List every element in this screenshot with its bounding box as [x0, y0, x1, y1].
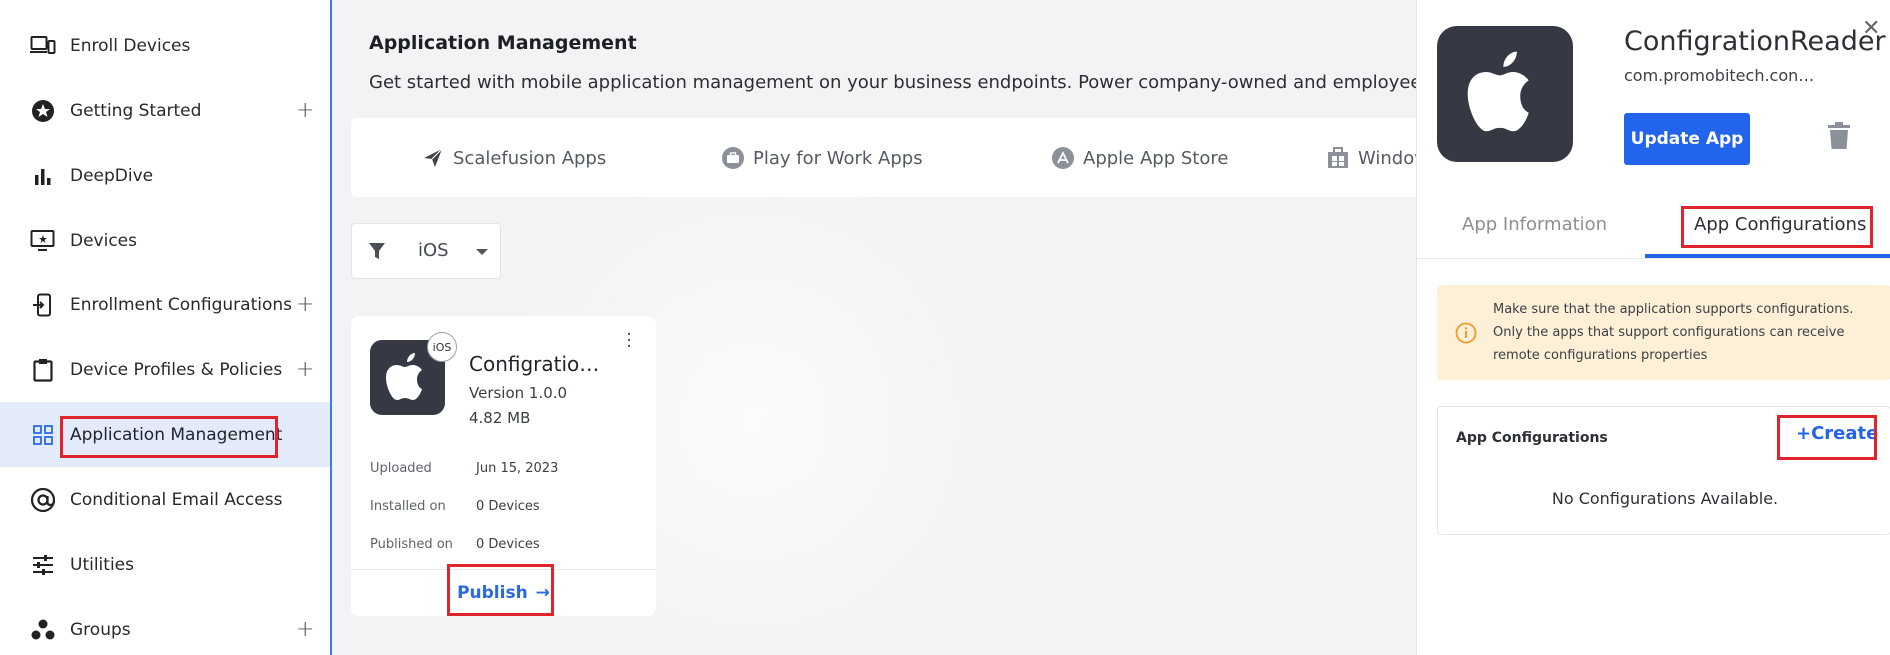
app-store-icon	[1052, 147, 1074, 169]
meta-label: Installed on	[370, 499, 446, 514]
app-details-panel: ConfigrationReader com.promobitech.confi…	[1416, 0, 1890, 655]
store-tabs-bar: Scalefusion Apps Play for Work Apps Appl…	[351, 118, 1416, 197]
active-tab-indicator	[1645, 254, 1890, 258]
groups-icon	[30, 617, 56, 643]
scalefusion-icon	[424, 148, 443, 167]
sidebar-item-label: Getting Started	[70, 100, 202, 121]
meta-label: Uploaded	[370, 461, 432, 476]
sidebar-item-label: Enrollment Configurations	[70, 294, 292, 315]
chevron-down-icon	[476, 249, 488, 255]
tab-app-information[interactable]: App Information	[1462, 214, 1607, 235]
update-app-button[interactable]: Update App	[1624, 113, 1750, 165]
app-package-name: com.promobitech.configrationreader	[1624, 66, 1824, 85]
highlight-box	[1777, 415, 1877, 460]
devices-icon	[30, 33, 56, 59]
expand-plus-icon[interactable]: +	[296, 98, 314, 123]
close-icon[interactable]: ✕	[1862, 16, 1880, 41]
app-size: 4.82 MB	[469, 409, 531, 427]
sidebar-item-enrollment-configurations[interactable]: Enrollment Configurations +	[0, 272, 330, 337]
notice-text: Make sure that the application supports …	[1493, 302, 1854, 363]
sliders-icon	[30, 552, 56, 578]
sidebar-item-label: Device Profiles & Policies	[70, 359, 283, 380]
filter-value: iOS	[418, 240, 449, 261]
grid-icon	[30, 422, 56, 448]
sidebar-item-devices[interactable]: Devices	[0, 208, 330, 273]
windows-store-icon	[1328, 147, 1348, 168]
sidebar-item-label: Enroll Devices	[70, 35, 191, 56]
sidebar-item-label: Groups	[70, 619, 131, 640]
highlight-box	[1681, 206, 1873, 248]
more-options-icon[interactable]: · · ·	[625, 326, 633, 356]
sidebar-item-label: Utilities	[70, 554, 134, 575]
meta-value: 0 Devices	[476, 537, 540, 552]
app-icon-large	[1437, 26, 1573, 162]
meta-value: 0 Devices	[476, 499, 540, 514]
app-name: ConfigrationReader	[469, 352, 609, 376]
trash-icon[interactable]	[1827, 122, 1851, 150]
bar-chart-icon	[30, 163, 56, 189]
sidebar-item-device-profiles[interactable]: Device Profiles & Policies +	[0, 337, 330, 402]
sidebar-item-label: Conditional Email Access	[70, 489, 283, 510]
tab-apple-app-store[interactable]: Apple App Store	[1051, 146, 1228, 170]
meta-label: Published on	[370, 537, 453, 552]
expand-plus-icon[interactable]: +	[296, 357, 314, 382]
info-icon	[1455, 322, 1477, 344]
sidebar: Enroll Devices Getting Started + DeepDiv…	[0, 0, 332, 655]
sidebar-item-getting-started[interactable]: Getting Started +	[0, 78, 330, 143]
sidebar-item-groups[interactable]: Groups +	[0, 597, 330, 655]
tab-label: Windows	[1358, 147, 1416, 169]
sidebar-item-label: DeepDive	[70, 165, 154, 186]
page-subtitle: Get started with mobile application mana…	[369, 72, 1416, 93]
tab-windows[interactable]: Windows	[1326, 146, 1416, 170]
expand-plus-icon[interactable]: +	[296, 292, 314, 317]
clipboard-icon	[30, 357, 56, 383]
page-title: Application Management	[369, 32, 637, 54]
tab-label: Play for Work Apps	[753, 147, 923, 169]
main-content: Application Management Get started with …	[334, 0, 1416, 655]
app-title: ConfigrationReader	[1624, 26, 1886, 57]
monitor-icon	[30, 228, 56, 254]
notice-banner: Make sure that the application supports …	[1437, 285, 1890, 380]
briefcase-icon	[722, 147, 744, 169]
tab-play-for-work-apps[interactable]: Play for Work Apps	[721, 146, 923, 170]
sidebar-item-utilities[interactable]: Utilities	[0, 532, 330, 597]
sidebar-item-label: Devices	[70, 230, 137, 251]
tabs-divider	[1417, 258, 1890, 259]
expand-plus-icon[interactable]: +	[296, 617, 314, 642]
sidebar-item-enroll-devices[interactable]: Enroll Devices	[0, 13, 330, 78]
apple-logo-icon	[385, 352, 422, 400]
sidebar-item-conditional-email-access[interactable]: Conditional Email Access	[0, 467, 330, 532]
os-badge: iOS	[427, 332, 457, 362]
sidebar-item-deepdive[interactable]: DeepDive	[0, 143, 330, 208]
meta-value: Jun 15, 2023	[476, 461, 559, 476]
apple-logo-icon	[1467, 51, 1529, 132]
tab-label: Scalefusion Apps	[453, 147, 607, 169]
at-sign-icon	[30, 487, 56, 513]
filter-icon	[369, 243, 385, 259]
highlight-box	[60, 416, 278, 458]
tab-label: Apple App Store	[1083, 147, 1229, 169]
platform-filter-select[interactable]: iOS	[351, 223, 501, 279]
tab-scalefusion-apps[interactable]: Scalefusion Apps	[421, 146, 606, 170]
configurations-title: App Configurations	[1456, 430, 1608, 446]
empty-state-text: No Configurations Available.	[1551, 489, 1779, 508]
enrollment-icon	[30, 292, 56, 318]
highlight-box	[447, 564, 554, 616]
star-icon	[30, 98, 56, 124]
app-version: Version 1.0.0	[469, 384, 568, 402]
